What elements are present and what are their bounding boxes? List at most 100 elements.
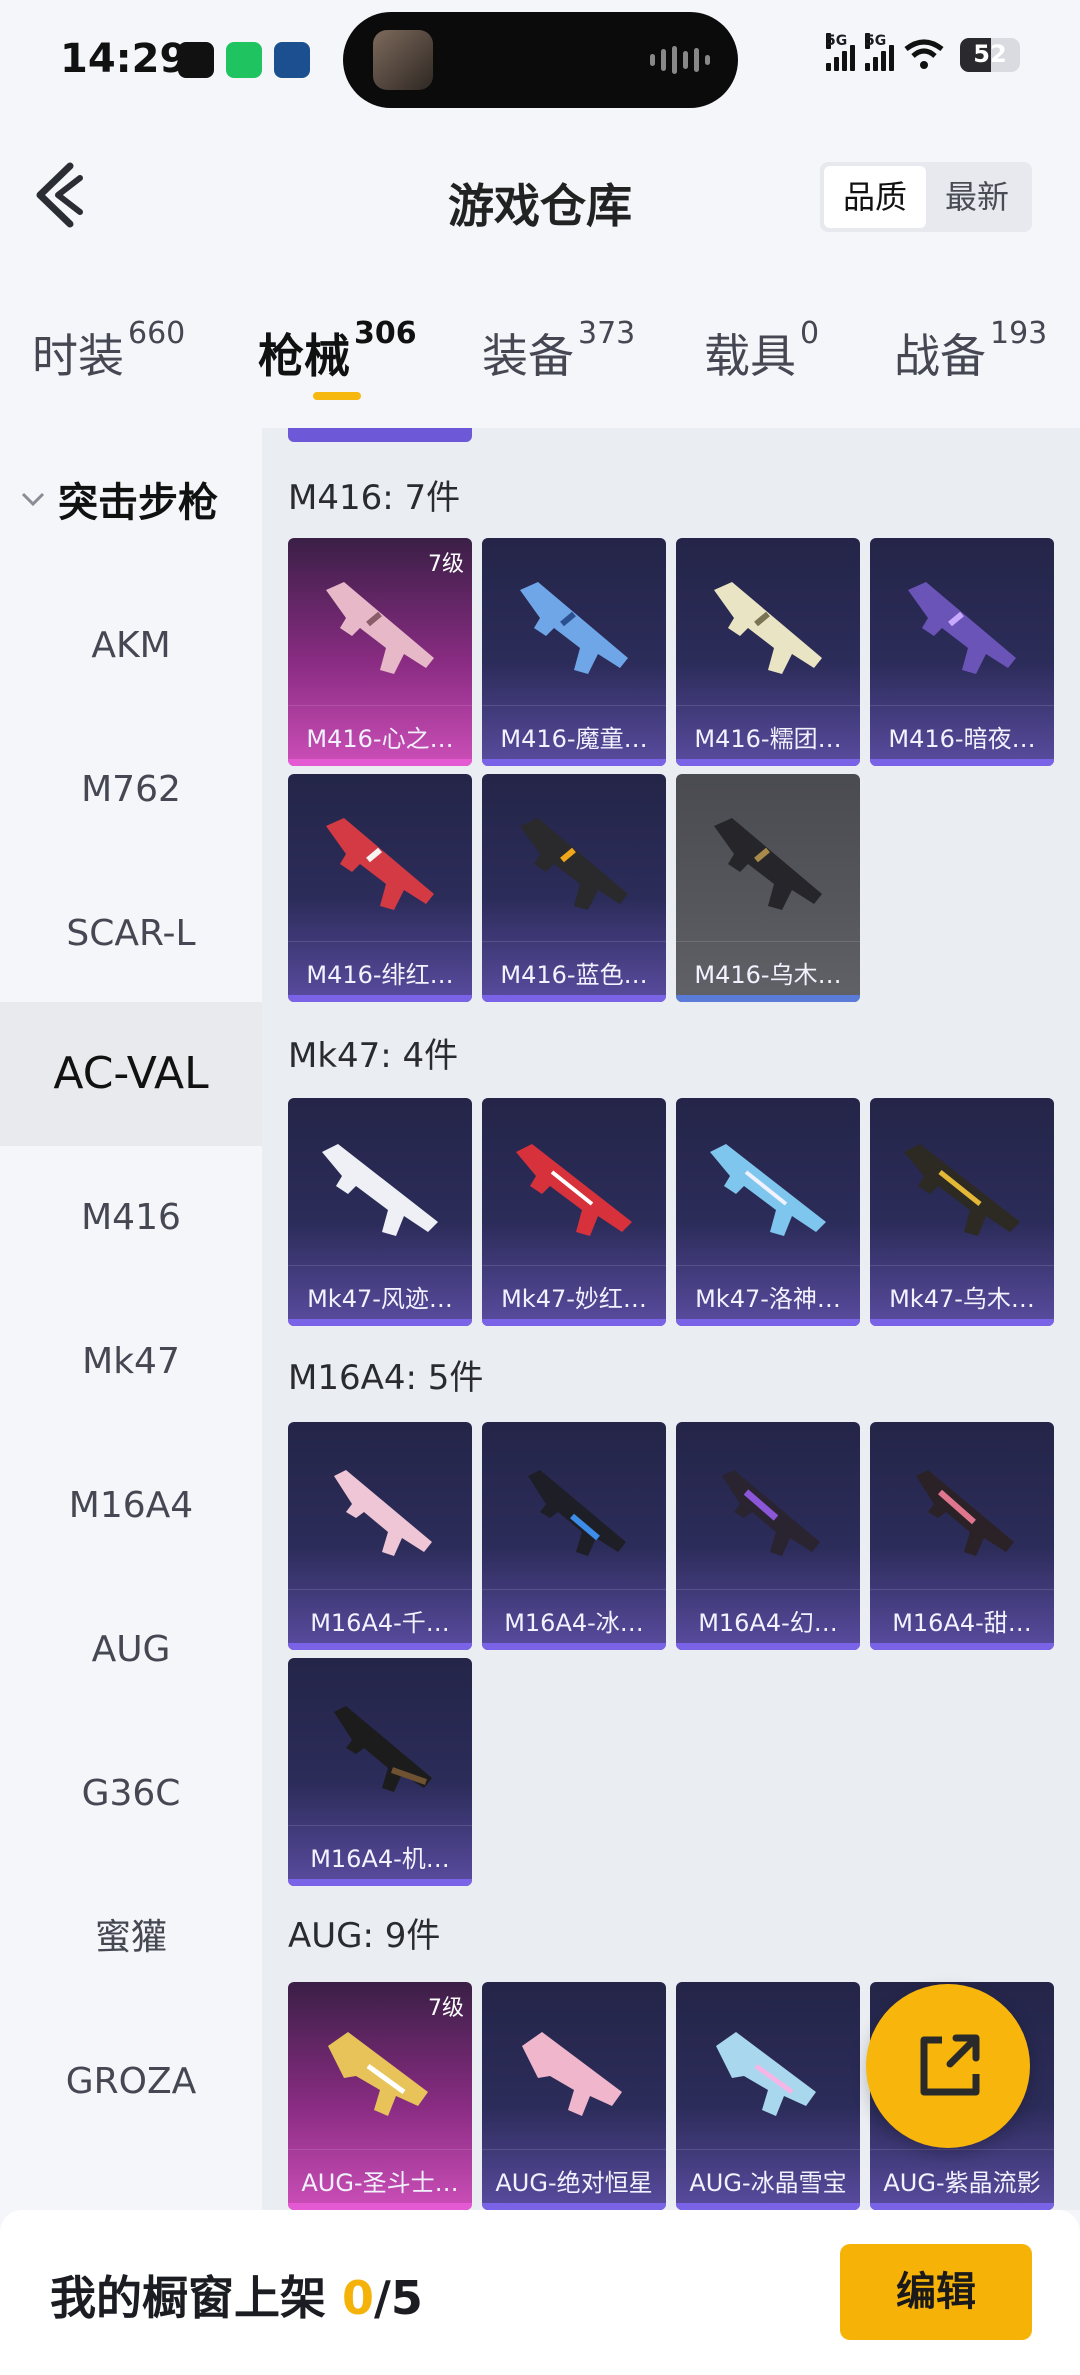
weapon-name: M416-蓝色… (500, 961, 648, 989)
sidebar-item-mk47[interactable]: Mk47 (0, 1290, 262, 1434)
sidebar-item-ac-val[interactable]: AC-VAL (0, 1002, 262, 1146)
weapon-name: M16A4-机… (310, 1845, 450, 1873)
weapon-name: M16A4-冰… (504, 1609, 644, 1637)
showcase-status: 我的橱窗上架 0/5 (50, 2262, 423, 2328)
tab-count: 660 (128, 316, 186, 351)
sidebar-group-assault-rifles[interactable]: 突击步枪 (20, 470, 218, 528)
wifi-icon (904, 39, 944, 69)
share-button[interactable] (866, 1984, 1030, 2148)
rifle-icon (326, 818, 434, 910)
sidebar-item-m762[interactable]: M762 (0, 718, 262, 862)
dynamic-island[interactable] (343, 12, 738, 108)
tab-supplies[interactable]: 战备 193 (894, 316, 1047, 386)
weapon-card[interactable]: M416-魔童… (482, 538, 666, 766)
tab-weapons[interactable]: 枪械 306 (258, 316, 417, 386)
weapon-card[interactable]: AUG-冰晶雪宝 (676, 1982, 860, 2210)
rifle-icon (716, 2032, 816, 2116)
weapon-name: Mk47-洛神… (695, 1285, 841, 1313)
weapon-card[interactable]: 7级 AUG-圣斗士… (288, 1982, 472, 2210)
weapon-card[interactable]: M16A4-幻… (676, 1422, 860, 1650)
weapon-card[interactable]: 7级 M416-心之… (288, 538, 472, 766)
weapon-card[interactable]: M416-暗夜… (870, 538, 1054, 766)
audio-wave-icon (650, 46, 710, 74)
rifle-icon (908, 582, 1016, 674)
weapon-sidebar: 突击步枪 AKM M762 SCAR-L AC-VAL M416 Mk47 M1… (0, 430, 262, 2210)
battery-icon: 52 (960, 38, 1020, 72)
network-label-2: 5G (865, 33, 887, 49)
weapon-card[interactable]: M416-乌木… (676, 774, 860, 1002)
rifle-icon (714, 582, 822, 674)
weapon-name: AUG-冰晶雪宝 (689, 2169, 847, 2197)
sort-quality-button[interactable]: 品质 (824, 166, 926, 228)
signal-icon: 5G (826, 33, 855, 71)
music-app-icon (178, 42, 214, 78)
weapon-card[interactable]: Mk47-乌木… (870, 1098, 1054, 1326)
weapon-card[interactable]: M416-蓝色… (482, 774, 666, 1002)
weapon-name: M16A4-千… (310, 1609, 450, 1637)
tab-vehicles[interactable]: 载具 0 (704, 316, 819, 386)
sidebar-item-aug[interactable]: AUG (0, 1578, 262, 1722)
weapon-card[interactable]: M16A4-甜… (870, 1422, 1054, 1650)
network-label: 5G (826, 33, 848, 49)
weapon-grid: M416: 7件 7级 M416-心之… M416-魔童… M416-糯团… M… (262, 428, 1080, 2210)
sort-newest-button[interactable]: 最新 (926, 166, 1028, 228)
weapon-card[interactable]: Mk47-洛神… (676, 1098, 860, 1326)
weapon-name: M416-魔童… (500, 725, 648, 753)
tab-fashion[interactable]: 时装 660 (32, 316, 185, 386)
category-tabs: 时装 660 枪械 306 装备 373 载具 0 战备 193 (0, 300, 1080, 420)
tab-label: 枪械 (258, 329, 350, 383)
rifle-icon (334, 1706, 432, 1792)
rifle-icon (916, 1470, 1014, 1556)
weapon-name: Mk47-风迹… (307, 1285, 453, 1313)
sidebar-item-groza[interactable]: GROZA (0, 2010, 262, 2154)
sidebar-item-m416[interactable]: M416 (0, 1146, 262, 1290)
wechat-icon (226, 42, 262, 78)
weapon-card[interactable]: M16A4-千… (288, 1422, 472, 1650)
sidebar-item-scar-l[interactable]: SCAR-L (0, 862, 262, 1006)
weapon-card[interactable]: M416-绯红… (288, 774, 472, 1002)
section-title-mk47: Mk47: 4件 (288, 1036, 459, 1076)
tab-count: 0 (800, 316, 820, 351)
status-time: 14:29 (60, 36, 188, 82)
weapon-card[interactable]: Mk47-风迹… (288, 1098, 472, 1326)
weapon-name: Mk47-乌木… (889, 1285, 1035, 1313)
weapon-card[interactable]: M16A4-冰… (482, 1422, 666, 1650)
header: 游戏仓库 品质 最新 (0, 130, 1080, 260)
rifle-icon (326, 582, 434, 674)
weapon-name: AUG-绝对恒星 (495, 2169, 653, 2197)
tab-label: 载具 (704, 329, 796, 383)
rifle-icon (714, 818, 822, 910)
weapon-name: M416-暗夜… (888, 725, 1036, 753)
chevron-down-icon (21, 492, 45, 507)
rifle-icon (904, 1144, 1020, 1236)
tab-count: 373 (578, 316, 636, 351)
rifle-icon (334, 1470, 432, 1556)
section-title-m16a4: M16A4: 5件 (288, 1358, 484, 1398)
sidebar-item-akm[interactable]: AKM (0, 574, 262, 718)
media-avatar (373, 30, 433, 90)
tab-equipment[interactable]: 装备 373 (482, 316, 635, 386)
sidebar-item-g36c[interactable]: G36C (0, 1722, 262, 1866)
rifle-icon (520, 818, 628, 910)
tab-label: 时装 (32, 329, 124, 383)
rifle-icon (528, 1470, 626, 1556)
sidebar-item-honey-badger[interactable]: 蜜獾 (0, 1866, 262, 2010)
rifle-icon (322, 1144, 438, 1236)
previous-card-edge (288, 428, 472, 442)
weapon-card[interactable]: AUG-绝对恒星 (482, 1982, 666, 2210)
status-bar: 14:29 5G 5G 52 (0, 0, 1080, 120)
weapon-card[interactable]: Mk47-妙红… (482, 1098, 666, 1326)
tab-label: 战备 (894, 329, 986, 383)
showcase-label: 我的橱窗上架 (50, 2271, 326, 2325)
weapon-name: M416-糯团… (694, 725, 842, 753)
rifle-icon (710, 1144, 826, 1236)
rifle-icon (328, 2032, 428, 2116)
weapon-name: M16A4-甜… (892, 1609, 1032, 1637)
sidebar-item-m16a4[interactable]: M16A4 (0, 1434, 262, 1578)
status-right: 5G 5G 52 (826, 33, 1020, 72)
section-title-aug: AUG: 9件 (288, 1916, 441, 1956)
weapon-card[interactable]: M16A4-机… (288, 1658, 472, 1886)
weapon-card[interactable]: M416-糯团… (676, 538, 860, 766)
edit-button[interactable]: 编辑 (840, 2244, 1032, 2340)
weapon-name: M16A4-幻… (698, 1609, 838, 1637)
